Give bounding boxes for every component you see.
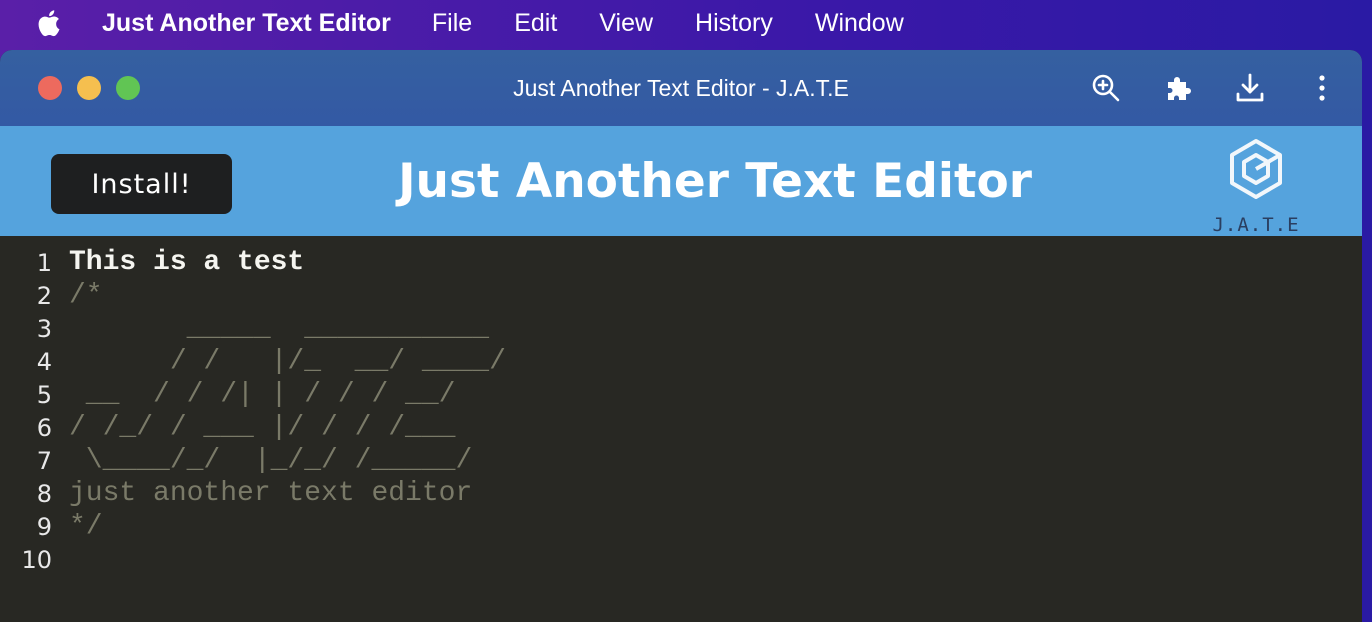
line-number: 1: [36, 248, 52, 277]
line-text[interactable]: */: [69, 511, 103, 542]
menu-app-name[interactable]: Just Another Text Editor: [102, 9, 391, 38]
editor-line: 5 __ / / /| | / / / __/: [0, 378, 1362, 411]
line-number: 9: [36, 512, 52, 541]
logo-text: J.A.T.E: [1212, 214, 1300, 236]
line-text[interactable]: /*: [69, 280, 103, 311]
jate-logo: J.A.T.E: [1206, 138, 1306, 236]
close-window-button[interactable]: [38, 76, 62, 100]
editor-line: 6 / /_/ / ___ |/ / / /___: [0, 411, 1362, 444]
line-number: 5: [36, 380, 52, 409]
line-text[interactable]: __ / / /| | / / / __/: [69, 379, 456, 410]
download-icon[interactable]: [1232, 70, 1268, 106]
line-text[interactable]: just another text editor: [69, 478, 472, 509]
code-editor[interactable]: 1 This is a test 2/* 3 _____ ___________ …: [0, 236, 1362, 622]
line-number: 3: [36, 314, 52, 343]
line-number: 10: [21, 545, 52, 574]
window-toolbar: [1052, 50, 1340, 126]
line-number: 8: [36, 479, 52, 508]
line-text[interactable]: This is a test: [69, 247, 304, 278]
menu-view[interactable]: View: [599, 9, 653, 38]
line-text[interactable]: / /_/ / ___ |/ / / /___: [69, 412, 455, 443]
window-titlebar[interactable]: Just Another Text Editor - J.A.T.E: [0, 50, 1362, 126]
editor-line: 10: [0, 543, 1362, 576]
editor-line: 9 */: [0, 510, 1362, 543]
editor-line: 2 /*: [0, 279, 1362, 312]
line-text[interactable]: _____ ___________: [69, 313, 489, 344]
editor-line: 4 / / |/_ __/ ____/: [0, 345, 1362, 378]
app-header: Install! Just Another Text Editor J.A.T.…: [0, 126, 1362, 236]
line-number: 2: [36, 281, 52, 310]
menu-window[interactable]: Window: [815, 9, 904, 38]
line-number: 7: [36, 446, 52, 475]
line-number: 4: [36, 347, 52, 376]
editor-line: 1 This is a test: [0, 246, 1362, 279]
app-title: Just Another Text Editor: [398, 153, 1032, 209]
extensions-icon[interactable]: [1160, 70, 1196, 106]
window-controls: [38, 76, 140, 100]
app-window: Just Another Text Editor - J.A.T.E Insta…: [0, 50, 1362, 622]
maximize-window-button[interactable]: [116, 76, 140, 100]
more-vert-icon[interactable]: [1304, 70, 1340, 106]
menu-history[interactable]: History: [695, 9, 773, 38]
apple-icon[interactable]: [34, 8, 68, 38]
menu-file[interactable]: File: [432, 9, 472, 38]
menu-bar: Just Another Text Editor File Edit View …: [0, 0, 1372, 46]
line-number: 6: [36, 413, 52, 442]
editor-line: 3 _____ ___________: [0, 312, 1362, 345]
zoom-in-icon[interactable]: [1088, 70, 1124, 106]
editor-line: 7 \____/_/ |_/_/ /_____/: [0, 444, 1362, 477]
editor-line: 8 just another text editor: [0, 477, 1362, 510]
menu-edit[interactable]: Edit: [514, 9, 557, 38]
line-text[interactable]: / / |/_ __/ ____/: [69, 346, 506, 377]
minimize-window-button[interactable]: [77, 76, 101, 100]
line-text[interactable]: \____/_/ |_/_/ /_____/: [69, 445, 472, 476]
